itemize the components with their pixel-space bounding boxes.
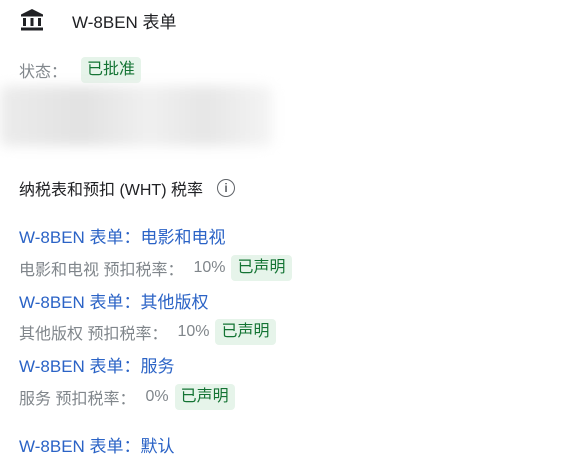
- rate-line-services: 服务 预扣税率： 0% 已声明: [19, 383, 235, 411]
- rate-line-film-tv: 电影和电视 预扣税率： 10% 已声明: [19, 254, 292, 282]
- rate-value: 0%: [145, 388, 169, 405]
- rate-label: 电影和电视 预扣税率：: [19, 262, 184, 279]
- section-title: 纳税表和预扣 (WHT) 税率: [19, 182, 203, 199]
- form-link-services[interactable]: W-8BEN 表单：服务: [19, 352, 175, 377]
- rate-value: 10%: [177, 323, 210, 340]
- bank-icon: [19, 7, 45, 33]
- form-link-default[interactable]: W-8BEN 表单：默认: [19, 432, 175, 457]
- redacted-area: [0, 86, 272, 146]
- rate-value: 10%: [193, 259, 226, 276]
- form-link-film-tv[interactable]: W-8BEN 表单：电影和电视: [19, 223, 226, 248]
- status-row: 状态： 已批准: [19, 56, 142, 84]
- declared-badge: 已声明: [231, 255, 292, 281]
- form-link-other-copyright[interactable]: W-8BEN 表单：其他版权: [19, 288, 209, 313]
- status-label: 状态：: [19, 64, 68, 81]
- rate-label: 服务 预扣税率：: [19, 391, 136, 408]
- page-title: W-8BEN 表单: [72, 12, 177, 32]
- declared-badge: 已声明: [174, 384, 235, 410]
- declared-badge: 已声明: [215, 319, 276, 345]
- status-badge: 已批准: [81, 57, 142, 83]
- section-header: 纳税表和预扣 (WHT) 税率 i: [19, 176, 235, 200]
- info-icon[interactable]: i: [216, 179, 235, 197]
- page-header: W-8BEN 表单: [19, 4, 177, 36]
- rate-line-other-copyright: 其他版权 预扣税率： 10% 已声明: [19, 318, 276, 346]
- rate-label: 其他版权 预扣税率：: [19, 326, 168, 343]
